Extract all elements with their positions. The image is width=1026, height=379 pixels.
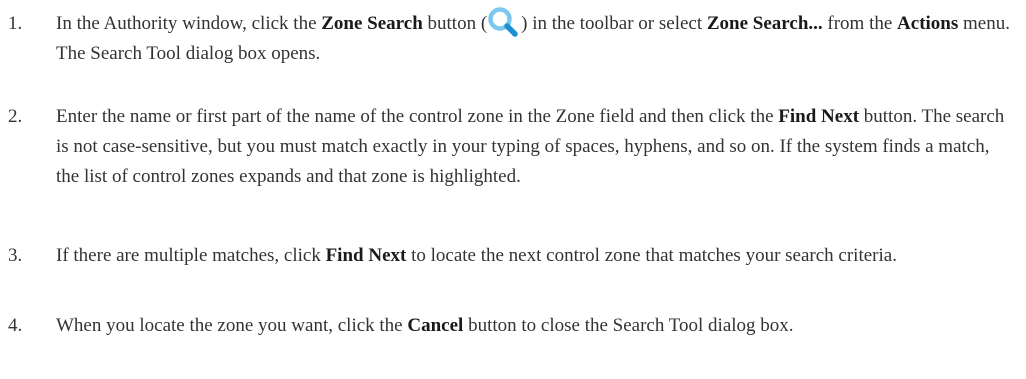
step-text: In the Authority window, click the Zone … <box>56 7 1016 69</box>
step-number: 2. <box>8 106 23 127</box>
zone-search-label: Zone Search <box>321 13 423 34</box>
step-number: 3. <box>8 245 23 266</box>
actions-menu-label: Actions <box>897 13 959 34</box>
step-number: 4. <box>8 315 23 336</box>
find-next-label: Find Next <box>325 245 407 266</box>
instruction-steps: 1. In the Authority window, click the Zo… <box>0 0 1026 379</box>
find-next-label: Find Next <box>778 106 860 127</box>
step-text: If there are multiple matches, click Fin… <box>56 245 897 266</box>
cancel-label: Cancel <box>407 315 464 336</box>
magnifier-icon <box>487 7 521 37</box>
step-text: Enter the name or first part of the name… <box>56 106 1005 187</box>
step-text: When you locate the zone you want, click… <box>56 315 794 336</box>
zone-search-menu-label: Zone Search... <box>706 13 823 34</box>
step-number: 1. <box>8 13 23 34</box>
